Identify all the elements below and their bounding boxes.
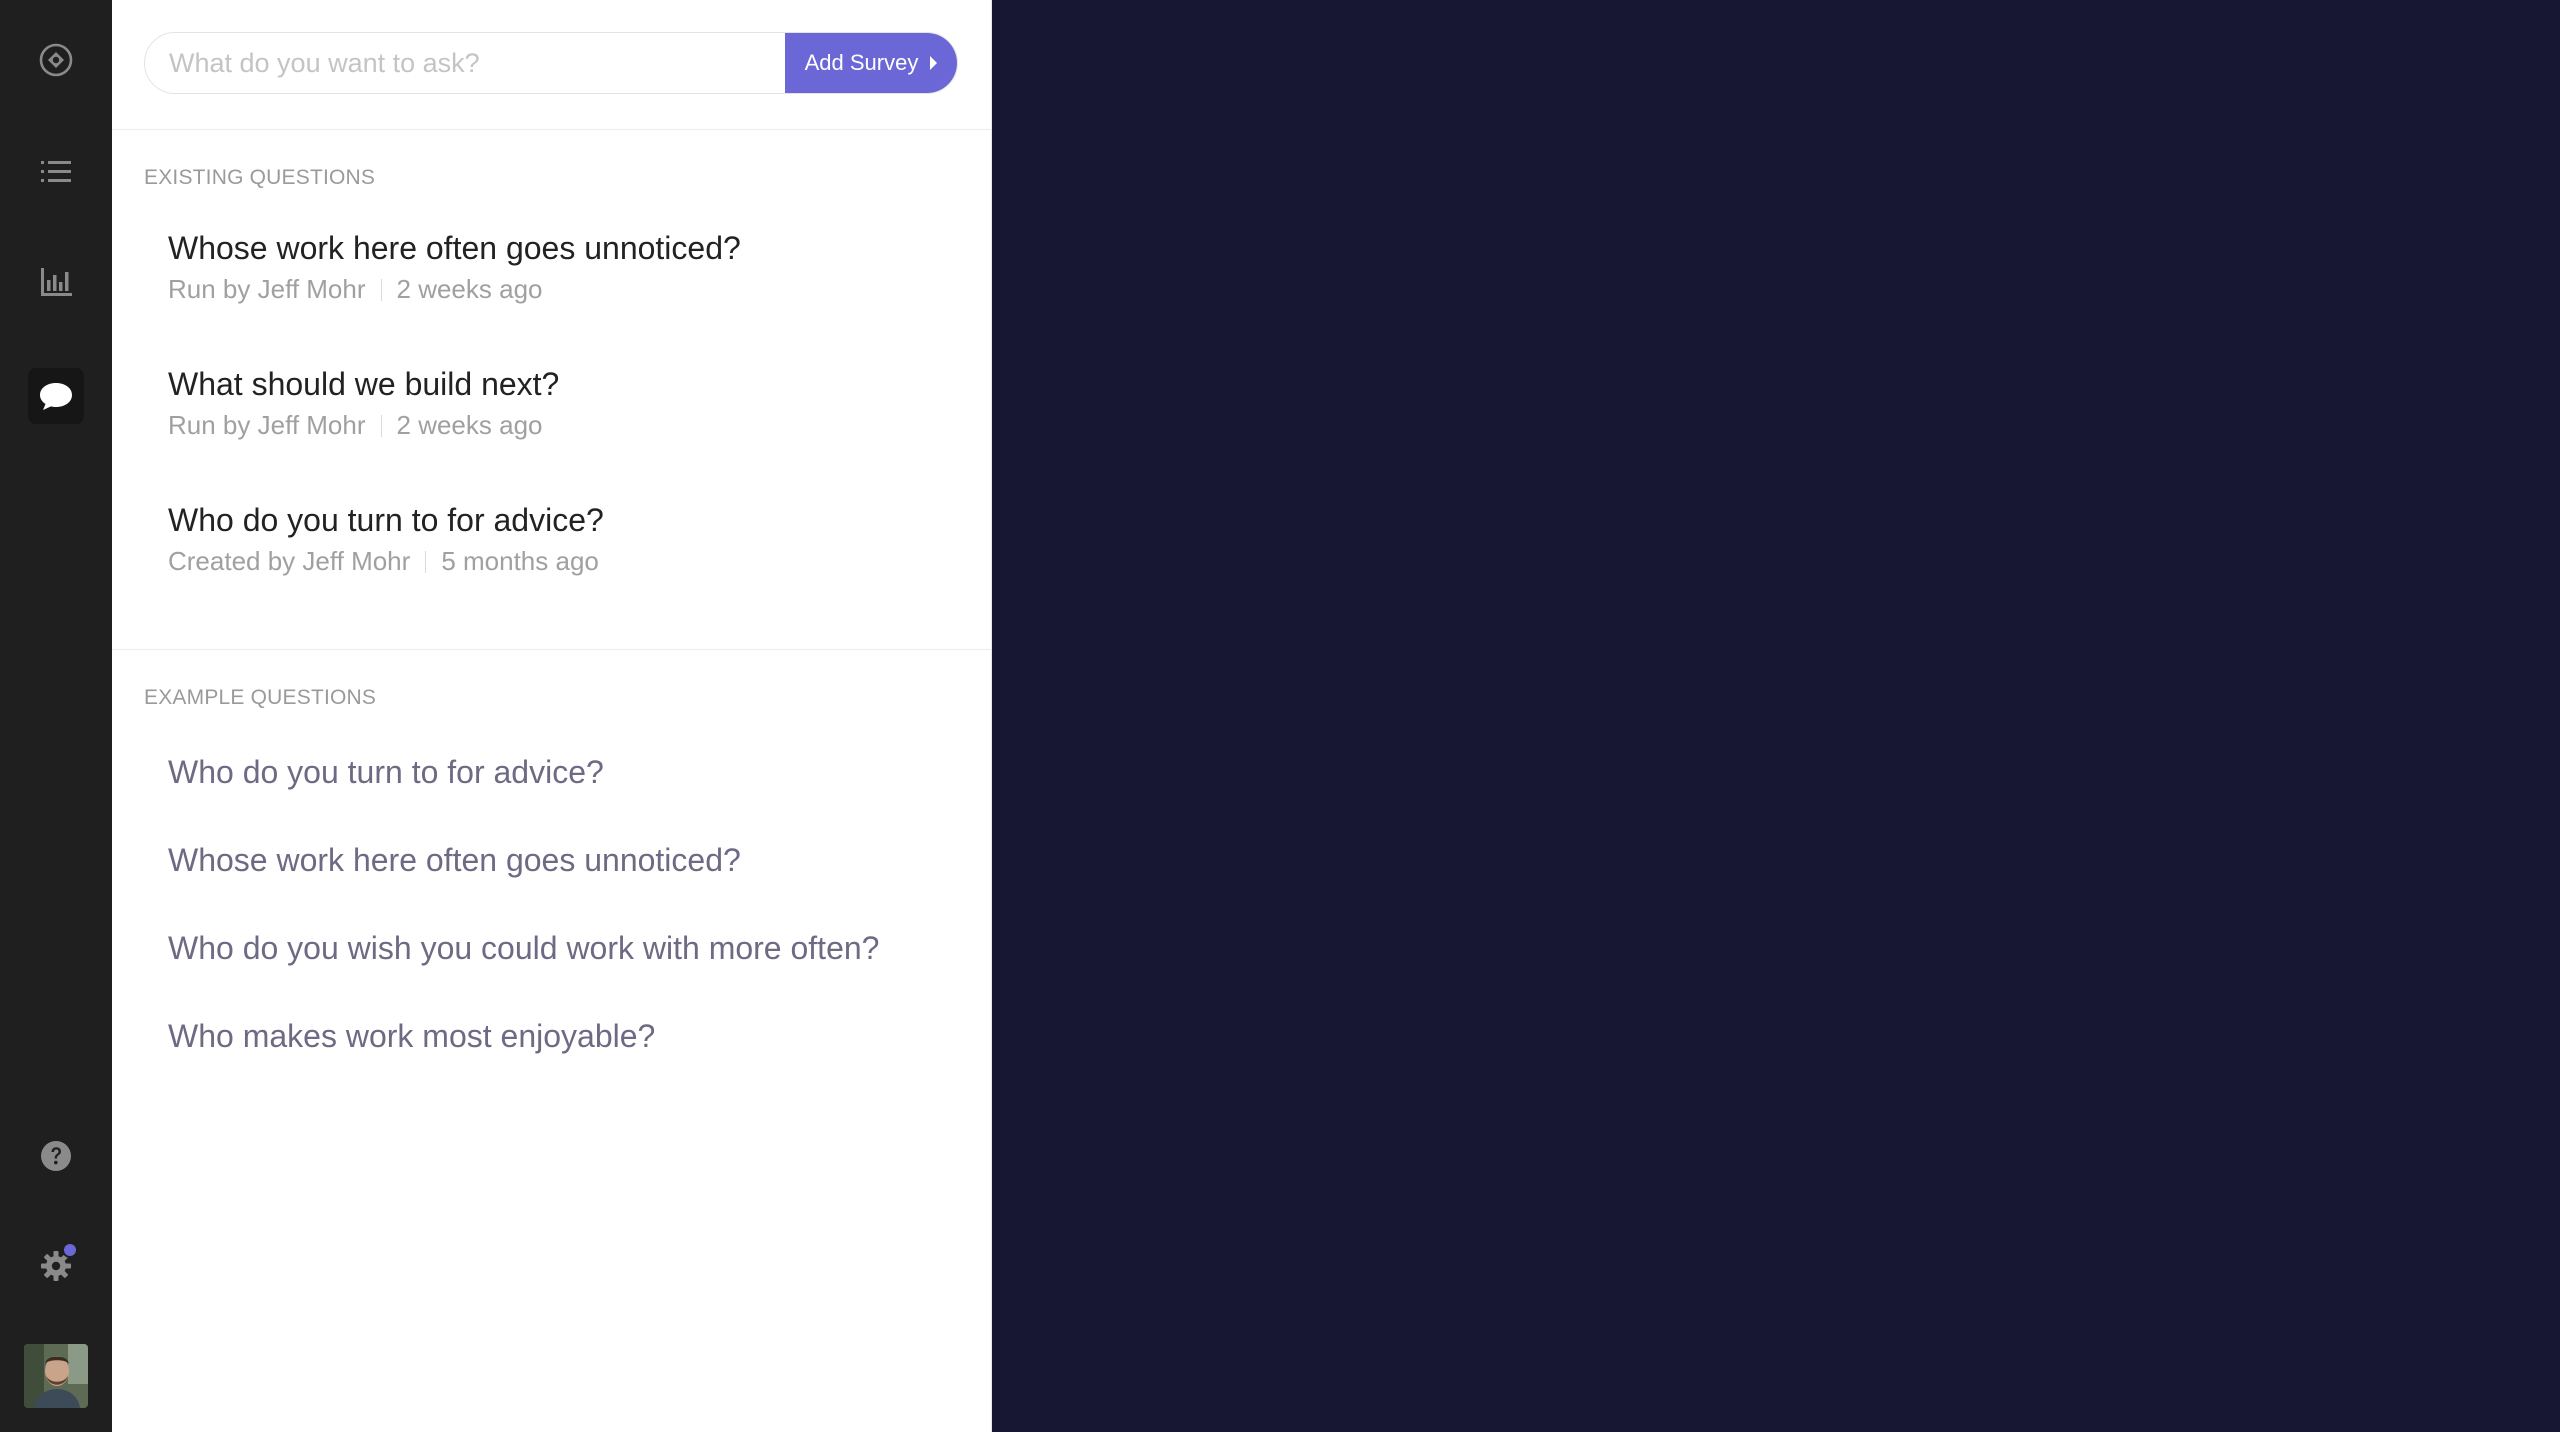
notification-badge: [62, 1242, 78, 1258]
question-meta: Run by Jeff Mohr 2 weeks ago: [168, 274, 967, 305]
rail-item-questions[interactable]: [28, 368, 84, 424]
meta-divider: [425, 550, 427, 573]
question-input[interactable]: [145, 33, 785, 93]
existing-question-item[interactable]: Who do you turn to for advice? Created b…: [168, 500, 967, 577]
question-timestamp: 2 weeks ago: [396, 410, 543, 440]
help-icon: [41, 1141, 71, 1171]
ask-bar: Add Survey: [112, 0, 991, 130]
bar-chart-icon: [41, 268, 72, 296]
user-avatar-image: [24, 1344, 88, 1408]
example-question-item[interactable]: Who do you turn to for advice?: [168, 752, 604, 792]
add-survey-label: Add Survey: [804, 50, 919, 75]
chat-bubble-icon: [40, 383, 72, 410]
example-question-item[interactable]: Who makes work most enjoyable?: [168, 1016, 655, 1056]
existing-question-item[interactable]: What should we build next? Run by Jeff M…: [168, 364, 967, 441]
question-meta: Created by Jeff Mohr 5 months ago: [168, 546, 967, 577]
question-author: Run by Jeff Mohr: [168, 410, 366, 440]
section-label-examples: EXAMPLE QUESTIONS: [144, 686, 377, 709]
rail-item-home[interactable]: [28, 32, 84, 88]
compass-icon: [39, 43, 73, 77]
ask-box: Add Survey: [144, 32, 958, 94]
questions-panel: Add Survey EXISTING QUESTIONS Whose work…: [112, 0, 992, 1432]
rail-item-settings[interactable]: [28, 1238, 84, 1294]
avatar[interactable]: [24, 1344, 88, 1408]
caret-right-icon: [930, 56, 938, 70]
meta-divider: [380, 278, 382, 301]
example-question-item[interactable]: Who do you wish you could work with more…: [168, 928, 879, 968]
example-question-item[interactable]: Whose work here often goes unnoticed?: [168, 840, 741, 880]
section-label-existing: EXISTING QUESTIONS: [144, 166, 376, 189]
question-timestamp: 5 months ago: [441, 546, 599, 576]
rail-item-help[interactable]: [28, 1128, 84, 1184]
existing-question-item[interactable]: Whose work here often goes unnoticed? Ru…: [168, 228, 967, 305]
numbered-list-icon: [41, 161, 71, 182]
question-title: What should we build next?: [168, 366, 560, 402]
meta-divider: [380, 414, 382, 437]
rail-item-lists[interactable]: [28, 144, 84, 200]
question-author: Run by Jeff Mohr: [168, 274, 366, 304]
main-canvas: [993, 0, 2560, 1432]
rail-item-analytics[interactable]: [28, 254, 84, 310]
add-survey-button[interactable]: Add Survey: [785, 33, 957, 93]
question-timestamp: 2 weeks ago: [396, 274, 543, 304]
question-author: Created by Jeff Mohr: [168, 546, 411, 576]
question-title: Whose work here often goes unnoticed?: [168, 230, 741, 266]
question-title: Who do you turn to for advice?: [168, 502, 604, 538]
question-meta: Run by Jeff Mohr 2 weeks ago: [168, 410, 967, 441]
sidebar-rail: [0, 0, 112, 1432]
existing-questions-section: EXISTING QUESTIONS Whose work here often…: [112, 130, 991, 650]
